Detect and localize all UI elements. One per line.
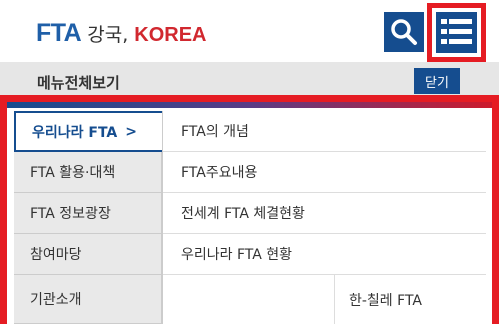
gradient-divider — [0, 99, 499, 108]
hamburger-bar — [441, 39, 472, 44]
menu-item-label: 참여마당 — [30, 247, 82, 263]
hamburger-bar — [441, 29, 472, 34]
chevron-right-icon: > — [125, 123, 137, 140]
close-button[interactable]: 닫기 — [414, 68, 460, 94]
submenu-item-label: 전세계 FTA 체결현황 — [181, 206, 305, 222]
submenu-item-label: FTA의 개념 — [181, 124, 249, 140]
logo-fta-text: FTA — [36, 19, 82, 47]
menu-item-label: 우리나라 FTA — [32, 124, 118, 141]
menu-title: 메뉴전체보기 — [37, 74, 120, 92]
menu-item-about[interactable]: 기관소개 — [14, 275, 162, 324]
submenu-item-label: FTA주요내용 — [181, 165, 258, 181]
menu-highlight-frame — [427, 3, 486, 62]
menu-item-label: FTA 활용·대책 — [30, 165, 116, 181]
hamburger-menu-icon — [441, 19, 472, 24]
full-menu-panel: 우리나라 FTA > FTA 활용·대책 FTA 정보광장 참여마당 기관소개 … — [14, 111, 486, 324]
menu-item-fta-utilization[interactable]: FTA 활용·대책 — [14, 152, 162, 193]
submenu-item-fta-main-content[interactable]: FTA주요내용 — [163, 152, 486, 193]
submenu: FTA의 개념 FTA주요내용 전세계 FTA 체결현황 우리나라 FTA 현황… — [162, 111, 486, 324]
search-icon — [391, 19, 417, 45]
header: FTA 강국, KOREA — [0, 0, 499, 62]
submenu-item-blank — [163, 275, 335, 324]
primary-menu: 우리나라 FTA > FTA 활용·대책 FTA 정보광장 참여마당 기관소개 — [14, 111, 162, 324]
search-button[interactable] — [384, 12, 424, 52]
menu-item-our-fta[interactable]: 우리나라 FTA > — [14, 111, 162, 152]
submenu-item-fta-concept[interactable]: FTA의 개념 — [163, 111, 486, 152]
menu-item-label: 기관소개 — [30, 292, 82, 308]
submenu-item-global-fta-status[interactable]: 전세계 FTA 체결현황 — [163, 193, 486, 234]
submenu-item-korea-chile-fta[interactable]: 한-칠레 FTA — [335, 275, 486, 324]
logo-korean-text: 강국, — [87, 24, 129, 46]
submenu-item-korea-fta-status[interactable]: 우리나라 FTA 현황 — [163, 234, 486, 275]
logo-korea-text: KOREA — [134, 24, 207, 46]
submenu-item-label: 우리나라 FTA 현황 — [181, 247, 293, 263]
menu-item-participation[interactable]: 참여마당 — [14, 234, 162, 275]
submenu-item-label: 한-칠레 FTA — [349, 292, 422, 309]
site-logo[interactable]: FTA 강국, KOREA — [36, 19, 206, 48]
menu-item-label: FTA 정보광장 — [30, 206, 111, 222]
hamburger-menu-button[interactable] — [436, 12, 477, 53]
hamburger-divider — [447, 19, 449, 44]
menu-item-fta-info[interactable]: FTA 정보광장 — [14, 193, 162, 234]
